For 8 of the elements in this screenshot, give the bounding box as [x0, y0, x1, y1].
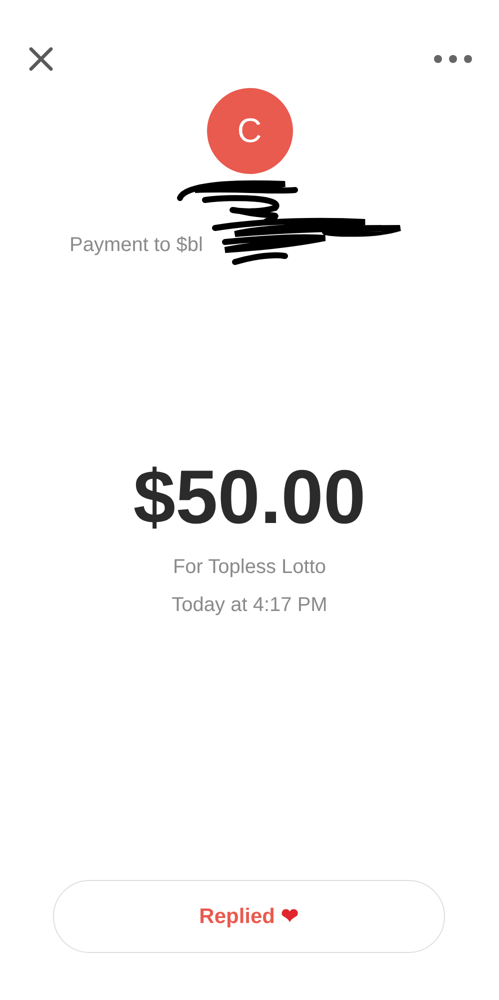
- payment-note: For Topless Lotto: [172, 555, 326, 580]
- more-icon[interactable]: [433, 54, 473, 64]
- payment-time: Today at 4:17 PM: [172, 593, 328, 618]
- payment-recipient: Payment to $bl: [70, 233, 203, 258]
- payment-amount: $50.00: [133, 460, 366, 536]
- avatar: C: [206, 88, 292, 174]
- replied-button[interactable]: Replied ❤: [53, 880, 445, 953]
- close-icon[interactable]: [28, 46, 54, 72]
